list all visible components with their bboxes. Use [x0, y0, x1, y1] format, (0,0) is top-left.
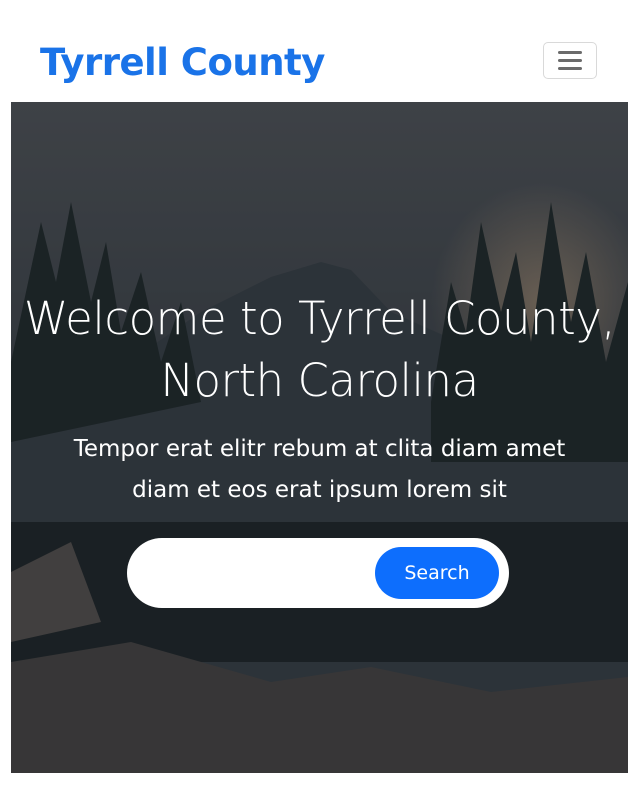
search-input[interactable] [151, 553, 381, 593]
hero-subtitle: Tempor erat elitr rebum at clita diam am… [73, 436, 566, 503]
hamburger-menu-icon [558, 51, 582, 54]
hamburger-menu-icon-bar [558, 59, 582, 62]
navbar: Tyrrell County [0, 0, 628, 102]
search-button[interactable]: Search [375, 547, 499, 599]
hero-section: Welcome to Tyrrell County, North Carolin… [11, 102, 628, 773]
site-brand[interactable]: Tyrrell County [40, 40, 325, 86]
hero-title: Welcome to Tyrrell County, North Carolin… [23, 292, 616, 407]
menu-toggle-button[interactable] [543, 42, 597, 79]
search-form: Search [127, 538, 509, 608]
hamburger-menu-icon-bar [558, 67, 582, 70]
page-edge [628, 0, 640, 800]
